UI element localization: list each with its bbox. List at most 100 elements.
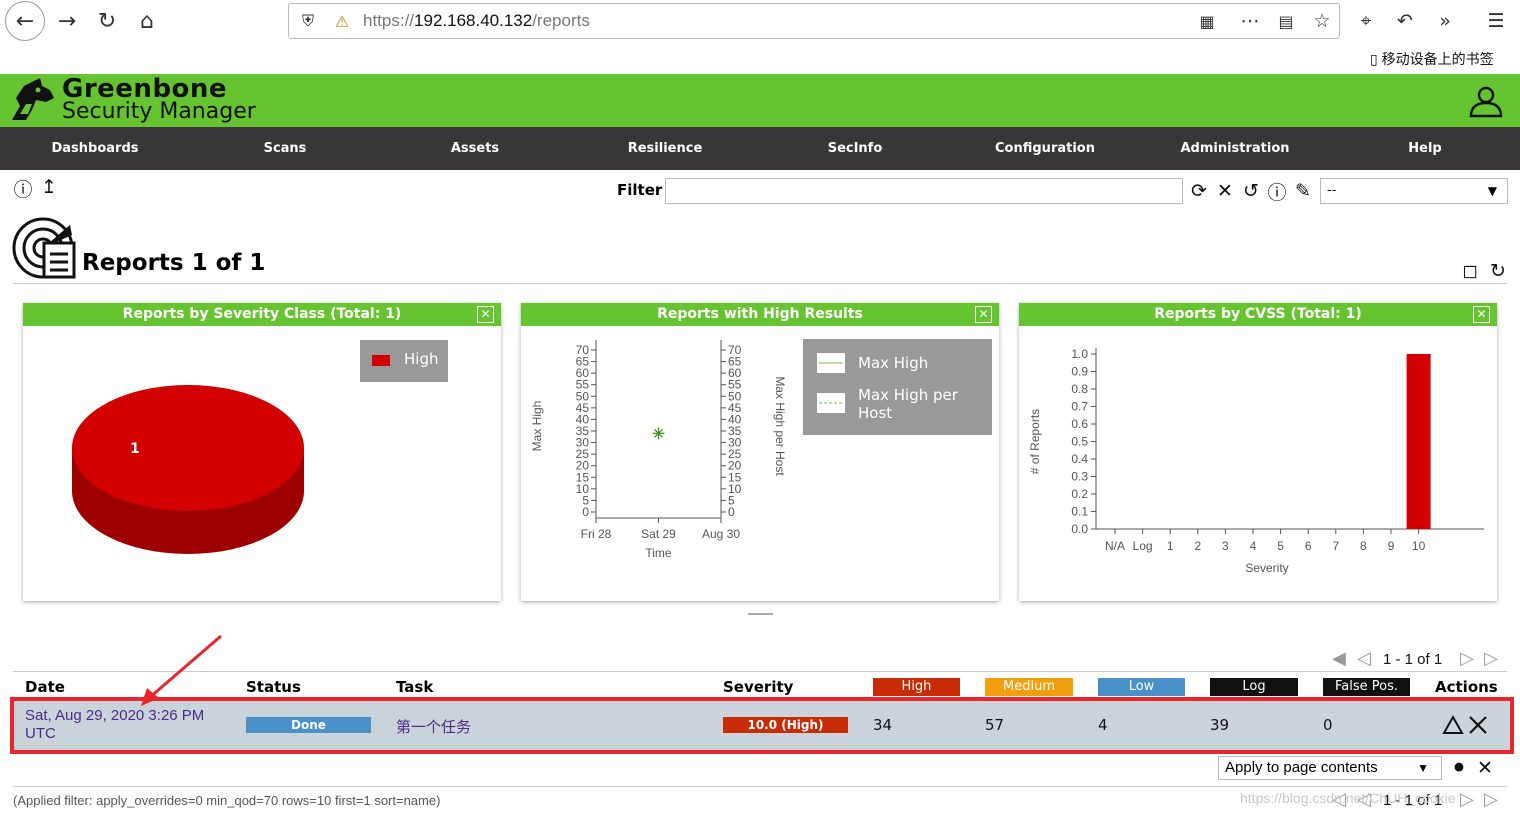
close-panel-icon[interactable]: ✕ <box>477 306 494 323</box>
x-tick-label: 10 <box>1412 539 1426 553</box>
column-header-medium[interactable]: Medium <box>985 678 1073 696</box>
undo-icon[interactable]: ↶ <box>1392 8 1418 34</box>
menu-configuration[interactable]: Configuration <box>950 127 1140 170</box>
add-dashboard-display-icon[interactable]: ◻ <box>1458 259 1482 283</box>
menu-secinfo[interactable]: SecInfo <box>760 127 950 170</box>
clear-filter-icon[interactable]: ✕ <box>1213 179 1237 203</box>
reader-icon[interactable]: ▤ <box>1273 8 1299 34</box>
next-page-icon[interactable]: ▷ <box>1460 648 1474 669</box>
bookmark-star-icon[interactable]: ☆ <box>1309 8 1335 34</box>
greenbone-logo-icon <box>12 78 54 120</box>
x-tick-label: N/A <box>1105 539 1125 553</box>
high-results-chart: 0 05 510 1015 1520 2025 2530 3035 3540 4045 4550 50… <box>530 340 787 560</box>
y-tick-label-right: 70 <box>728 343 742 357</box>
y-tick-label: 0.7 <box>1071 400 1088 414</box>
menu-assets[interactable]: Assets <box>380 127 570 170</box>
x-tick-label: 5 <box>1277 539 1284 553</box>
previous-page-icon[interactable]: ◁ <box>1357 648 1371 669</box>
filter-help-icon[interactable]: ⓘ <box>1265 179 1289 204</box>
first-page-icon[interactable]: ◀​ <box>1332 648 1346 669</box>
cvss-bar-chart: 0.0 0.1 0.2 0.3 0.4 0.5 0.6 0.7 0.8 0.9 1.0 N/A Log 1… <box>1028 347 1484 575</box>
y-axis-label: Max High <box>530 401 544 452</box>
forward-arrow-icon[interactable]: → <box>50 4 84 38</box>
x-tick-label: 3 <box>1222 539 1229 553</box>
mobile-bookmarks-link[interactable]: ▯ 移动设备上的书签 <box>1370 49 1494 69</box>
y-tick-label: 0.2 <box>1071 487 1088 501</box>
x-tick-label: 6 <box>1305 539 1312 553</box>
column-header-severity[interactable]: Severity <box>723 678 793 696</box>
close-panel-icon[interactable]: ✕ <box>975 306 992 323</box>
menu-resilience[interactable]: Resilience <box>570 127 760 170</box>
filter-input[interactable] <box>665 178 1183 204</box>
x-tick-label: Log <box>1133 539 1153 553</box>
y-axis-label-right: Max High per Host <box>773 376 787 476</box>
help-icon[interactable]: ⓘ <box>11 176 35 201</box>
menu-help[interactable]: Help <box>1330 127 1520 170</box>
y-tick-label: 70 <box>576 343 590 357</box>
hamburger-menu-icon[interactable]: ☰ <box>1483 8 1509 34</box>
close-panel-icon[interactable]: ✕ <box>1473 306 1490 323</box>
delete-all-icon[interactable]: ✕ <box>1473 756 1497 780</box>
x-tick-label: 4 <box>1250 539 1257 553</box>
crop-icon[interactable]: ⌖ <box>1353 8 1379 34</box>
severity-pie-chart: 1 <box>72 385 304 554</box>
divider <box>13 786 1507 787</box>
data-point-max-high <box>652 427 665 440</box>
qr-code-icon[interactable]: ▦ <box>1194 8 1220 34</box>
refresh-filter-icon[interactable]: ⟳ <box>1187 179 1211 203</box>
export-upload-icon[interactable]: ↥ <box>37 175 61 199</box>
back-arrow-icon[interactable]: ← <box>5 1 45 41</box>
watermark-text: https://blog.csdn.net/ChUH_cookie <box>1240 790 1456 806</box>
reset-filter-icon[interactable]: ↺ <box>1239 179 1263 203</box>
column-header-actions: Actions <box>1435 678 1498 696</box>
url-bar[interactable]: ⛨ ⚠ https://192.168.40.132/reports ▦ ⋯ ▤… <box>288 3 1340 39</box>
high-results-legend: Max High Max High per Host <box>803 339 992 435</box>
column-header-task[interactable]: Task <box>396 678 433 696</box>
home-icon[interactable]: ⌂ <box>130 4 164 38</box>
column-header-date[interactable]: Date <box>25 678 65 696</box>
apply-to-select[interactable]: Apply to page contents ▼ <box>1218 756 1442 780</box>
x-tick-label: 8 <box>1360 539 1367 553</box>
annotation-arrow <box>141 634 222 706</box>
x-axis-label: Severity <box>1245 561 1288 575</box>
filter-select[interactable]: -- ▼ <box>1320 178 1508 204</box>
column-header-status[interactable]: Status <box>246 678 301 696</box>
y-tick-label: 0.0 <box>1071 522 1088 536</box>
legend-swatch-max-high-per-host <box>817 393 845 413</box>
tag-icon[interactable]: ⚫ <box>1447 756 1471 780</box>
chevron-down-icon: ▼ <box>1487 184 1497 198</box>
edit-filter-icon[interactable]: ✎ <box>1291 179 1315 203</box>
column-header-low[interactable]: Low <box>1098 678 1185 696</box>
menu-dashboards[interactable]: Dashboards <box>0 127 190 170</box>
y-tick-label: 0.6 <box>1071 417 1088 431</box>
column-header-log[interactable]: Log <box>1210 678 1298 696</box>
last-page-icon[interactable]: ▷​ <box>1484 648 1498 669</box>
overflow-icon[interactable]: » <box>1432 8 1458 34</box>
menu-administration[interactable]: Administration <box>1140 127 1330 170</box>
last-page-icon[interactable]: ▷ <box>1484 789 1498 810</box>
legend-label-max-high: Max High <box>858 354 929 372</box>
column-header-false-pos[interactable]: False Pos. <box>1323 678 1410 696</box>
user-menu-icon[interactable] <box>1468 83 1504 119</box>
menu-scans[interactable]: Scans <box>190 127 380 170</box>
x-axis-label: Time <box>645 546 672 560</box>
reset-dashboard-icon[interactable]: ↻ <box>1486 259 1510 283</box>
reload-icon[interactable]: ↻ <box>90 4 124 38</box>
dashboard-resize-handle[interactable] <box>748 613 773 615</box>
brand-subtitle: Security Manager <box>62 99 256 124</box>
y-axis-label: # of Reports <box>1028 409 1042 474</box>
panel-title: Reports with High Results <box>521 303 999 326</box>
url-text: https://192.168.40.132/reports <box>363 11 590 30</box>
filter-label: Filter <box>617 181 663 199</box>
legend-label-high: High <box>404 350 439 368</box>
column-header-high[interactable]: High <box>873 678 960 696</box>
panel-title: Reports by CVSS (Total: 1) <box>1019 303 1497 326</box>
more-actions-icon[interactable]: ⋯ <box>1237 8 1263 34</box>
x-tick-label: Sat 29 <box>641 527 676 541</box>
chevron-down-icon: ▼ <box>1417 761 1429 775</box>
shield-icon[interactable]: ⛨ <box>295 8 321 34</box>
insecure-lock-icon[interactable]: ⚠ <box>329 8 355 34</box>
next-page-icon[interactable]: ▷ <box>1460 789 1474 810</box>
x-tick-label: Fri 28 <box>581 527 612 541</box>
divider <box>13 671 1507 672</box>
